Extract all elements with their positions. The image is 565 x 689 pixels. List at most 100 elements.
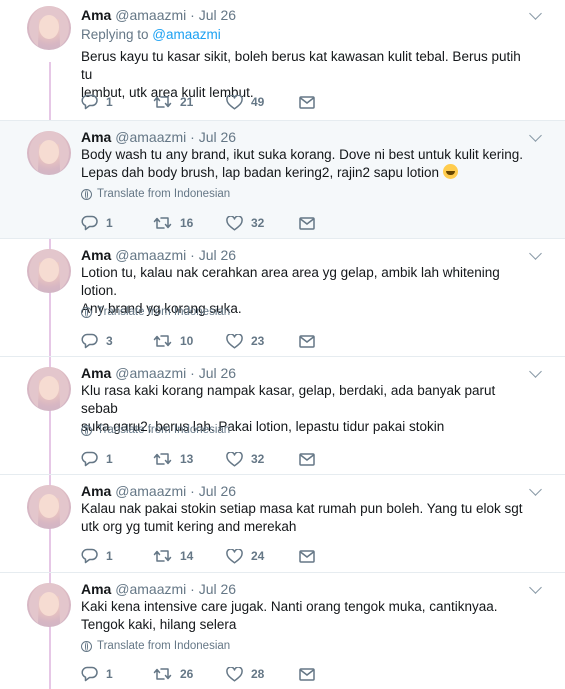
handle-and-date[interactable]: @amaazmi · Jul 26 bbox=[115, 581, 236, 597]
tweet-text-line: Lotion tu, kalau nak cerahkan area area … bbox=[81, 265, 500, 298]
translate-link[interactable]: Translate from Indonesian bbox=[81, 424, 230, 436]
chevron-down-icon[interactable] bbox=[529, 365, 542, 378]
retweet-button[interactable]: 13 bbox=[153, 450, 193, 468]
avatar[interactable] bbox=[27, 583, 71, 627]
like-button[interactable]: 28 bbox=[226, 665, 264, 683]
reply-mention-link[interactable]: @amaazmi bbox=[152, 27, 220, 42]
handle-and-date[interactable]: @amaazmi · Jul 26 bbox=[115, 129, 236, 145]
handle-and-date[interactable]: @amaazmi · Jul 26 bbox=[115, 247, 236, 263]
like-count: 32 bbox=[251, 216, 265, 230]
tweet[interactable]: Ama @amaazmi · Jul 26 Kaki kena intensiv… bbox=[0, 572, 565, 689]
display-name[interactable]: Ama bbox=[81, 7, 111, 23]
retweet-icon bbox=[153, 453, 172, 465]
globe-icon bbox=[81, 640, 92, 652]
reply-icon bbox=[81, 94, 98, 110]
chevron-down-icon[interactable] bbox=[529, 483, 542, 496]
translate-link[interactable]: Translate from Indonesian bbox=[81, 640, 230, 652]
tweet-header: Ama @amaazmi · Jul 26 bbox=[81, 128, 236, 146]
envelope-icon bbox=[299, 452, 315, 466]
heart-icon bbox=[226, 215, 243, 231]
heart-icon bbox=[226, 94, 243, 110]
retweet-button[interactable]: 26 bbox=[153, 665, 193, 683]
reply-button[interactable]: 3 bbox=[81, 332, 113, 350]
display-name[interactable]: Ama bbox=[81, 365, 111, 381]
heart-icon bbox=[226, 333, 243, 349]
handle-and-date[interactable]: @amaazmi · Jul 26 bbox=[115, 483, 236, 499]
translate-link[interactable]: Translate from Indonesian bbox=[81, 306, 230, 318]
retweet-button[interactable]: 10 bbox=[153, 332, 193, 350]
reply-button[interactable]: 1 bbox=[81, 93, 113, 111]
retweet-button[interactable]: 14 bbox=[153, 547, 193, 565]
tweet-header: Ama @amaazmi · Jul 26 bbox=[81, 482, 236, 500]
retweet-count: 13 bbox=[180, 452, 194, 466]
retweet-count: 14 bbox=[180, 549, 194, 563]
chevron-down-icon[interactable] bbox=[529, 7, 542, 20]
tweet[interactable]: Ama @amaazmi · Jul 26 Kalau nak pakai st… bbox=[0, 474, 565, 572]
like-button[interactable]: 23 bbox=[226, 332, 264, 350]
tweet-text-line: Kaki kena intensive care jugak. Nanti or… bbox=[81, 599, 498, 614]
like-count: 23 bbox=[251, 334, 265, 348]
tweet-actions: 1 13 32 bbox=[81, 450, 321, 468]
tweet-actions: 1 26 28 bbox=[81, 665, 321, 683]
like-button[interactable]: 32 bbox=[226, 214, 264, 232]
grinning-face-emoji bbox=[442, 164, 458, 179]
translate-label[interactable]: Translate from Indonesian bbox=[97, 188, 230, 200]
retweet-button[interactable]: 21 bbox=[153, 93, 193, 111]
direct-message-button[interactable] bbox=[299, 547, 315, 565]
display-name[interactable]: Ama bbox=[81, 483, 111, 499]
reply-icon bbox=[81, 451, 98, 467]
tweet[interactable]: Ama @amaazmi · Jul 26 Klu rasa kaki kora… bbox=[0, 356, 565, 474]
heart-icon bbox=[226, 451, 243, 467]
translate-label[interactable]: Translate from Indonesian bbox=[97, 306, 230, 318]
reply-icon bbox=[81, 333, 98, 349]
globe-icon bbox=[81, 188, 92, 200]
display-name[interactable]: Ama bbox=[81, 581, 111, 597]
tweet-actions: 1 14 24 bbox=[81, 547, 321, 565]
reply-button[interactable]: 1 bbox=[81, 547, 113, 565]
tweet[interactable]: Ama @amaazmi · Jul 26 Replying to @amaaz… bbox=[0, 0, 565, 120]
direct-message-button[interactable] bbox=[299, 93, 315, 111]
handle-and-date[interactable]: @amaazmi · Jul 26 bbox=[115, 7, 236, 23]
tweet-header: Ama @amaazmi · Jul 26 bbox=[81, 6, 236, 24]
chevron-down-icon[interactable] bbox=[529, 581, 542, 594]
tweet-text-line: Tengok kaki, hilang selera bbox=[81, 617, 237, 632]
retweet-button[interactable]: 16 bbox=[153, 214, 193, 232]
avatar[interactable] bbox=[27, 367, 71, 411]
handle-and-date[interactable]: @amaazmi · Jul 26 bbox=[115, 365, 236, 381]
tweet-text-line: utk org yg tumit kering and merekah bbox=[81, 519, 297, 534]
direct-message-button[interactable] bbox=[299, 214, 315, 232]
direct-message-button[interactable] bbox=[299, 332, 315, 350]
tweet-text-line: Kalau nak pakai stokin setiap masa kat r… bbox=[81, 501, 523, 516]
envelope-icon bbox=[299, 549, 315, 563]
direct-message-button[interactable] bbox=[299, 450, 315, 468]
translate-label[interactable]: Translate from Indonesian bbox=[97, 424, 230, 436]
tweet-text-line: Body wash tu any brand, ikut suka korang… bbox=[81, 147, 523, 162]
retweet-icon bbox=[153, 550, 172, 562]
avatar[interactable] bbox=[27, 6, 71, 50]
chevron-down-icon[interactable] bbox=[529, 247, 542, 260]
tweet-text-line: Klu rasa kaki korang nampak kasar, gelap… bbox=[81, 383, 496, 416]
replying-to-label: Replying to bbox=[81, 27, 153, 42]
display-name[interactable]: Ama bbox=[81, 247, 111, 263]
translate-link[interactable]: Translate from Indonesian bbox=[81, 188, 230, 200]
reply-button[interactable]: 1 bbox=[81, 665, 113, 683]
avatar[interactable] bbox=[27, 485, 71, 529]
avatar[interactable] bbox=[27, 249, 71, 293]
like-button[interactable]: 49 bbox=[226, 93, 264, 111]
direct-message-button[interactable] bbox=[299, 665, 315, 683]
display-name[interactable]: Ama bbox=[81, 129, 111, 145]
reply-icon bbox=[81, 666, 98, 682]
like-button[interactable]: 32 bbox=[226, 450, 264, 468]
reply-button[interactable]: 1 bbox=[81, 450, 113, 468]
tweet[interactable]: Ama @amaazmi · Jul 26 Body wash tu any b… bbox=[0, 120, 565, 238]
tweet[interactable]: Ama @amaazmi · Jul 26 Lotion tu, kalau n… bbox=[0, 238, 565, 356]
like-button[interactable]: 24 bbox=[226, 547, 264, 565]
avatar[interactable] bbox=[27, 131, 71, 175]
translate-label[interactable]: Translate from Indonesian bbox=[97, 640, 230, 652]
reply-button[interactable]: 1 bbox=[81, 214, 113, 232]
heart-icon bbox=[226, 666, 243, 682]
tweet-header: Ama @amaazmi · Jul 26 bbox=[81, 580, 236, 598]
chevron-down-icon[interactable] bbox=[529, 129, 542, 142]
heart-icon bbox=[226, 548, 243, 564]
retweet-count: 21 bbox=[180, 95, 194, 109]
